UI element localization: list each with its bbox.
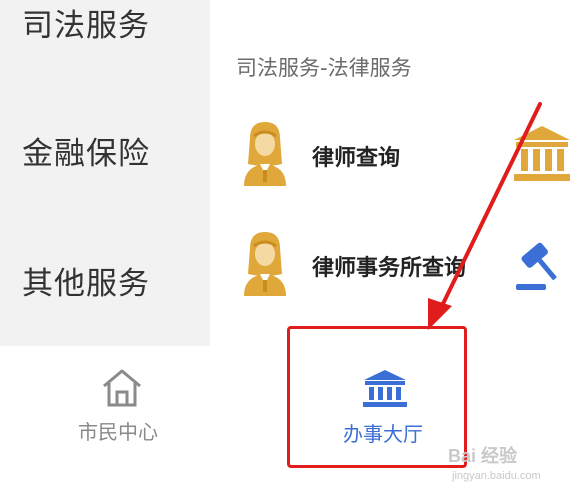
lawyer-search-item[interactable]: 律师查询 [312, 140, 400, 172]
law-firm-search-item[interactable]: 律师事务所查询 [312, 250, 466, 282]
baidu-jingyan-watermark: Bai 经验 [448, 446, 518, 466]
gavel-icon[interactable] [512, 238, 568, 294]
category-sidebar: 司法服务 金融保险 其他服务 [0, 0, 210, 346]
sidebar-item-finance-insurance[interactable]: 金融保险 [22, 128, 150, 173]
section-title: 司法服务-法律服务 [236, 56, 412, 80]
courthouse-icon[interactable] [512, 124, 572, 184]
home-icon[interactable] [100, 368, 144, 408]
lawyer-avatar-icon [244, 232, 286, 296]
lawyer-avatar-icon [244, 122, 286, 186]
baidu-jingyan-watermark-url: jingyan.baidu.com [452, 470, 541, 482]
sidebar-item-judicial-services[interactable]: 司法服务 [22, 0, 150, 45]
tab-citizen-center[interactable]: 市民中心 [78, 416, 158, 445]
annotation-highlight-box [287, 326, 467, 468]
sidebar-item-other-services[interactable]: 其他服务 [22, 258, 150, 303]
